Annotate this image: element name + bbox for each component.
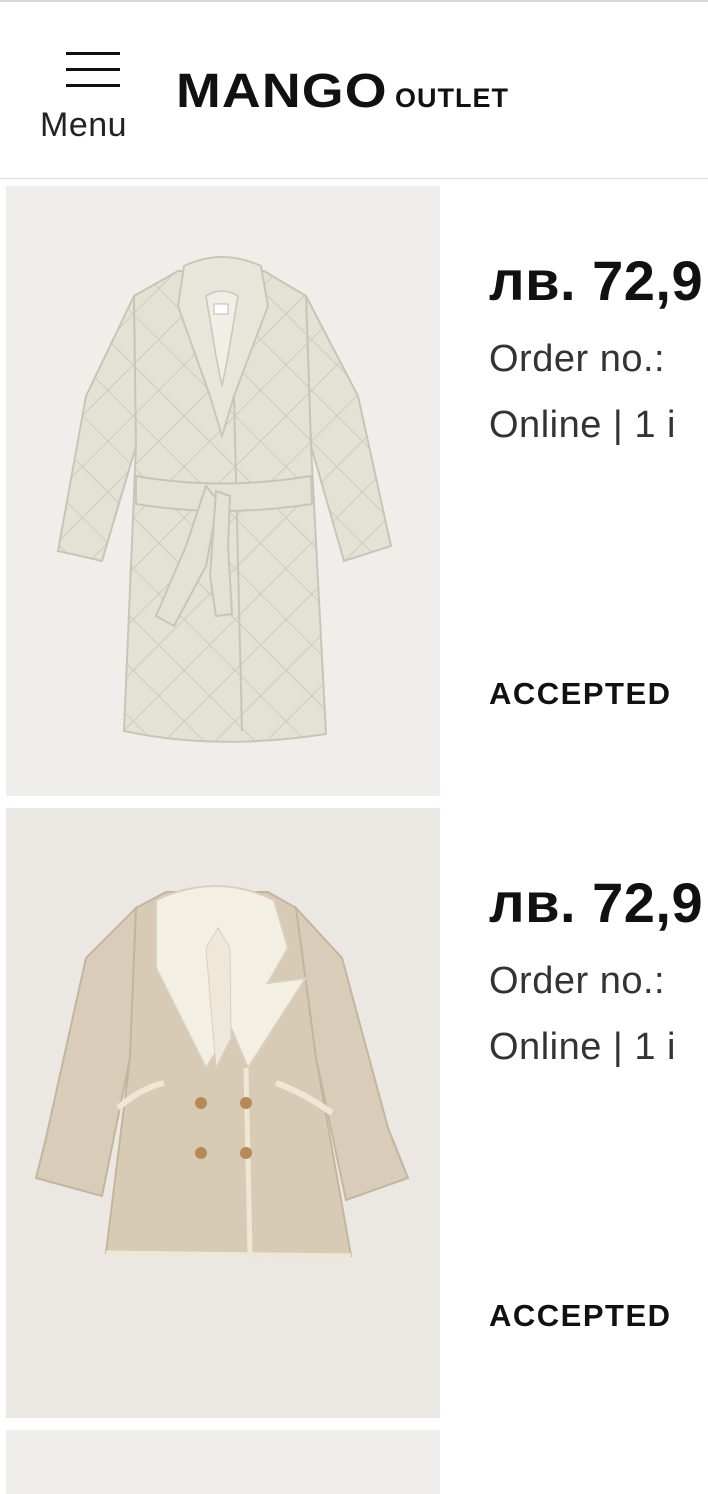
order-number-label: Order no.: (489, 338, 666, 380)
order-price: лв. 72,9 (489, 871, 704, 934)
order-channel: Online | 1 i (489, 404, 676, 446)
product-image-shearling-coat (6, 808, 440, 1418)
product-image-quilted-coat (6, 186, 440, 796)
order-card[interactable]: лв. 72,9 Order no.: Online | 1 i ACCEPTE… (0, 808, 708, 1418)
order-card[interactable]: лв. 72,9 Order no.: Online | 1 i ACCEPTE… (0, 186, 708, 796)
hamburger-icon (66, 52, 120, 88)
menu-button[interactable]: Menu (34, 48, 144, 148)
logo-outlet: OUTLET (394, 83, 509, 113)
order-status: ACCEPTED (489, 1298, 672, 1333)
site-header: Menu MANGO OUTLET (0, 2, 708, 179)
order-card[interactable] (0, 1430, 708, 1494)
logo-wordmark: MANGO (176, 65, 388, 118)
menu-label: Menu (40, 106, 128, 144)
product-image (6, 1430, 440, 1494)
order-number-label: Order no.: (489, 960, 666, 1002)
order-channel: Online | 1 i (489, 1026, 676, 1068)
order-status: ACCEPTED (489, 676, 672, 711)
order-price: лв. 72,9 (489, 249, 704, 312)
mango-outlet-logo[interactable]: MANGO OUTLET (176, 64, 509, 118)
